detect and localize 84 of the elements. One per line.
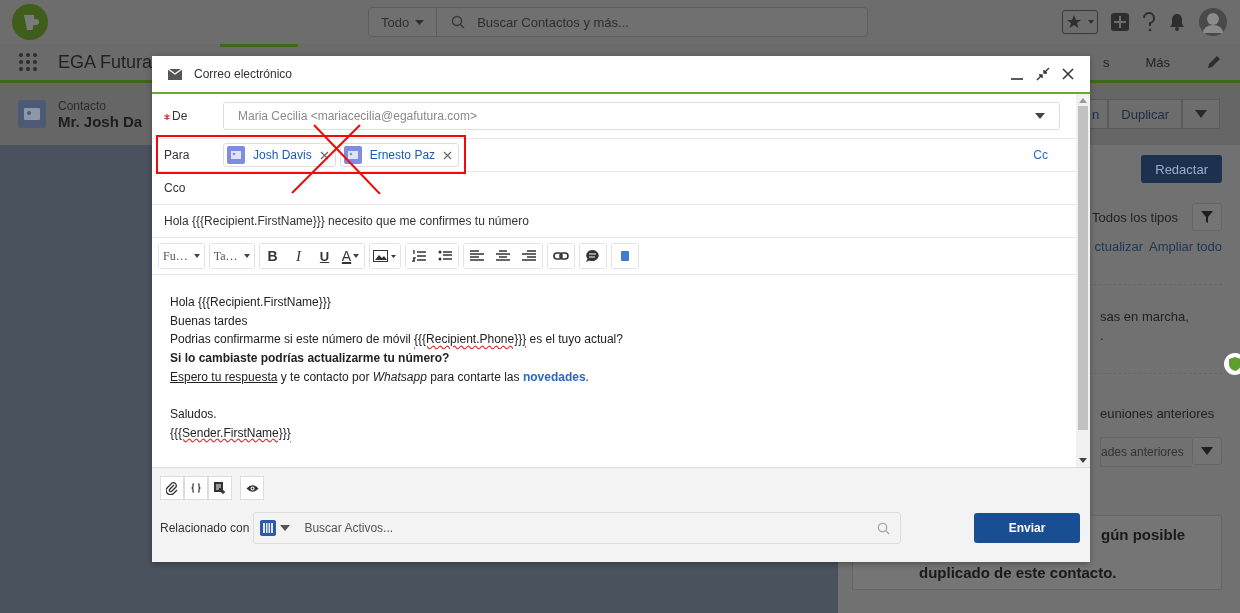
recipient-pill[interactable]: Ernesto Paz bbox=[339, 143, 460, 167]
compose-button[interactable]: Redactar bbox=[1141, 155, 1222, 183]
caret-icon bbox=[1035, 113, 1045, 119]
scrollbar[interactable] bbox=[1076, 94, 1090, 467]
app-name: EGA Futura bbox=[58, 51, 153, 73]
document-icon bbox=[620, 251, 629, 261]
link-icon bbox=[552, 251, 569, 261]
email-text-line: Podrias confirmarme si este número de móvil {{{Recipient.Phone}}} es el tuyo actual? bbox=[170, 331, 624, 349]
email-text-line: Si lo cambiaste podrías actualizarme tu número? bbox=[170, 350, 451, 368]
comment-icon bbox=[585, 249, 600, 263]
search-icon bbox=[451, 15, 466, 29]
insert-field-button[interactable] bbox=[611, 244, 638, 268]
duplicate-notice-text: duplicado de este contacto. bbox=[919, 564, 1118, 581]
scroll-down-icon[interactable] bbox=[1079, 458, 1087, 464]
app-launcher-icon[interactable] bbox=[18, 52, 38, 72]
caret-icon bbox=[353, 254, 360, 258]
caret-icon bbox=[243, 254, 250, 258]
from-select[interactable]: Maria Cecilia <mariacecilia@egafutura.com> bbox=[223, 102, 1060, 130]
avatar-icon[interactable] bbox=[1198, 7, 1228, 37]
record-name: Mr. Josh Da bbox=[58, 112, 143, 130]
braces-icon bbox=[191, 483, 201, 493]
contact-icon bbox=[343, 146, 362, 164]
email-text-line: Hola {{{Recipient.FirstName}}} bbox=[170, 294, 332, 311]
filter-icon bbox=[1201, 211, 1213, 223]
eye-icon bbox=[245, 483, 259, 493]
duplicate-notice-text: gún posible bbox=[1101, 526, 1187, 543]
search-placeholder: Buscar Contactos y más... bbox=[477, 14, 629, 30]
merge-field-button[interactable] bbox=[184, 476, 208, 500]
add-icon[interactable] bbox=[1110, 12, 1130, 32]
image-icon bbox=[372, 250, 397, 262]
bcc-label: Cco bbox=[164, 181, 187, 195]
contact-icon bbox=[18, 100, 46, 128]
cc-link[interactable]: Cc bbox=[1033, 148, 1048, 162]
panel-text: . bbox=[1099, 328, 1105, 343]
recipient-pill[interactable]: Josh Davis bbox=[223, 143, 336, 167]
record-type: Contacto bbox=[58, 98, 108, 113]
to-label: Para bbox=[164, 148, 191, 162]
pencil-icon[interactable] bbox=[1206, 54, 1222, 70]
panel-text: sas en marcha, bbox=[1099, 309, 1190, 324]
from-label: De bbox=[172, 109, 188, 123]
dialog-title: Correo electrónico bbox=[194, 67, 293, 81]
caret-icon bbox=[415, 19, 425, 25]
size-dropdown[interactable]: Ta… bbox=[209, 244, 254, 268]
align-right-icon bbox=[521, 250, 536, 262]
attach-button[interactable] bbox=[160, 476, 184, 500]
asset-icon bbox=[260, 520, 277, 536]
bulleted-list-icon bbox=[437, 250, 452, 262]
email-text-line: {{{Sender.FirstName}}} bbox=[170, 424, 292, 442]
template-button[interactable] bbox=[208, 476, 232, 500]
image-button[interactable] bbox=[369, 244, 400, 268]
favorites-button[interactable] bbox=[1062, 10, 1098, 34]
template-icon bbox=[214, 482, 226, 494]
filter-button[interactable] bbox=[1192, 203, 1222, 231]
search-icon bbox=[877, 521, 891, 535]
paperclip-icon bbox=[166, 481, 178, 495]
send-button[interactable]: Enviar bbox=[974, 513, 1080, 543]
align-left-icon bbox=[469, 250, 484, 262]
help-icon[interactable] bbox=[1142, 12, 1156, 32]
caret-icon bbox=[1201, 447, 1213, 455]
email-text-line: Espero tu respuesta y te contacto por Whatsapp para contarte las novedades. bbox=[170, 368, 590, 386]
caret-icon bbox=[1195, 110, 1207, 118]
email-text-line: Buenas tardes bbox=[170, 312, 249, 330]
more-actions-button[interactable] bbox=[1182, 99, 1220, 129]
select-toggle-button[interactable] bbox=[1192, 437, 1222, 465]
close-icon[interactable] bbox=[1062, 68, 1074, 80]
email-text-line: Saludos. bbox=[170, 406, 218, 424]
font-dropdown[interactable]: Fu… bbox=[159, 244, 204, 268]
comment-button[interactable] bbox=[579, 244, 606, 268]
remove-icon[interactable] bbox=[443, 150, 453, 160]
link-button[interactable] bbox=[547, 244, 574, 268]
bell-icon[interactable] bbox=[1168, 12, 1186, 32]
section-heading: euniones anteriores bbox=[1099, 406, 1216, 421]
filter-label: Todos los tipos bbox=[1092, 209, 1178, 225]
envelope-icon bbox=[168, 68, 182, 80]
align-center-icon bbox=[495, 250, 510, 262]
subject-field[interactable]: Hola {{{Recipient.FirstName}}} necesito que me confirmes tu número bbox=[164, 214, 529, 228]
related-label: Relacionado con bbox=[160, 521, 250, 535]
caret-icon bbox=[280, 525, 291, 531]
collapse-icon[interactable] bbox=[1036, 67, 1050, 81]
contact-icon bbox=[227, 146, 245, 164]
caret-icon bbox=[193, 254, 200, 258]
preview-button[interactable] bbox=[240, 476, 264, 500]
remove-icon[interactable] bbox=[319, 150, 329, 160]
numbered-list-icon bbox=[411, 250, 426, 262]
